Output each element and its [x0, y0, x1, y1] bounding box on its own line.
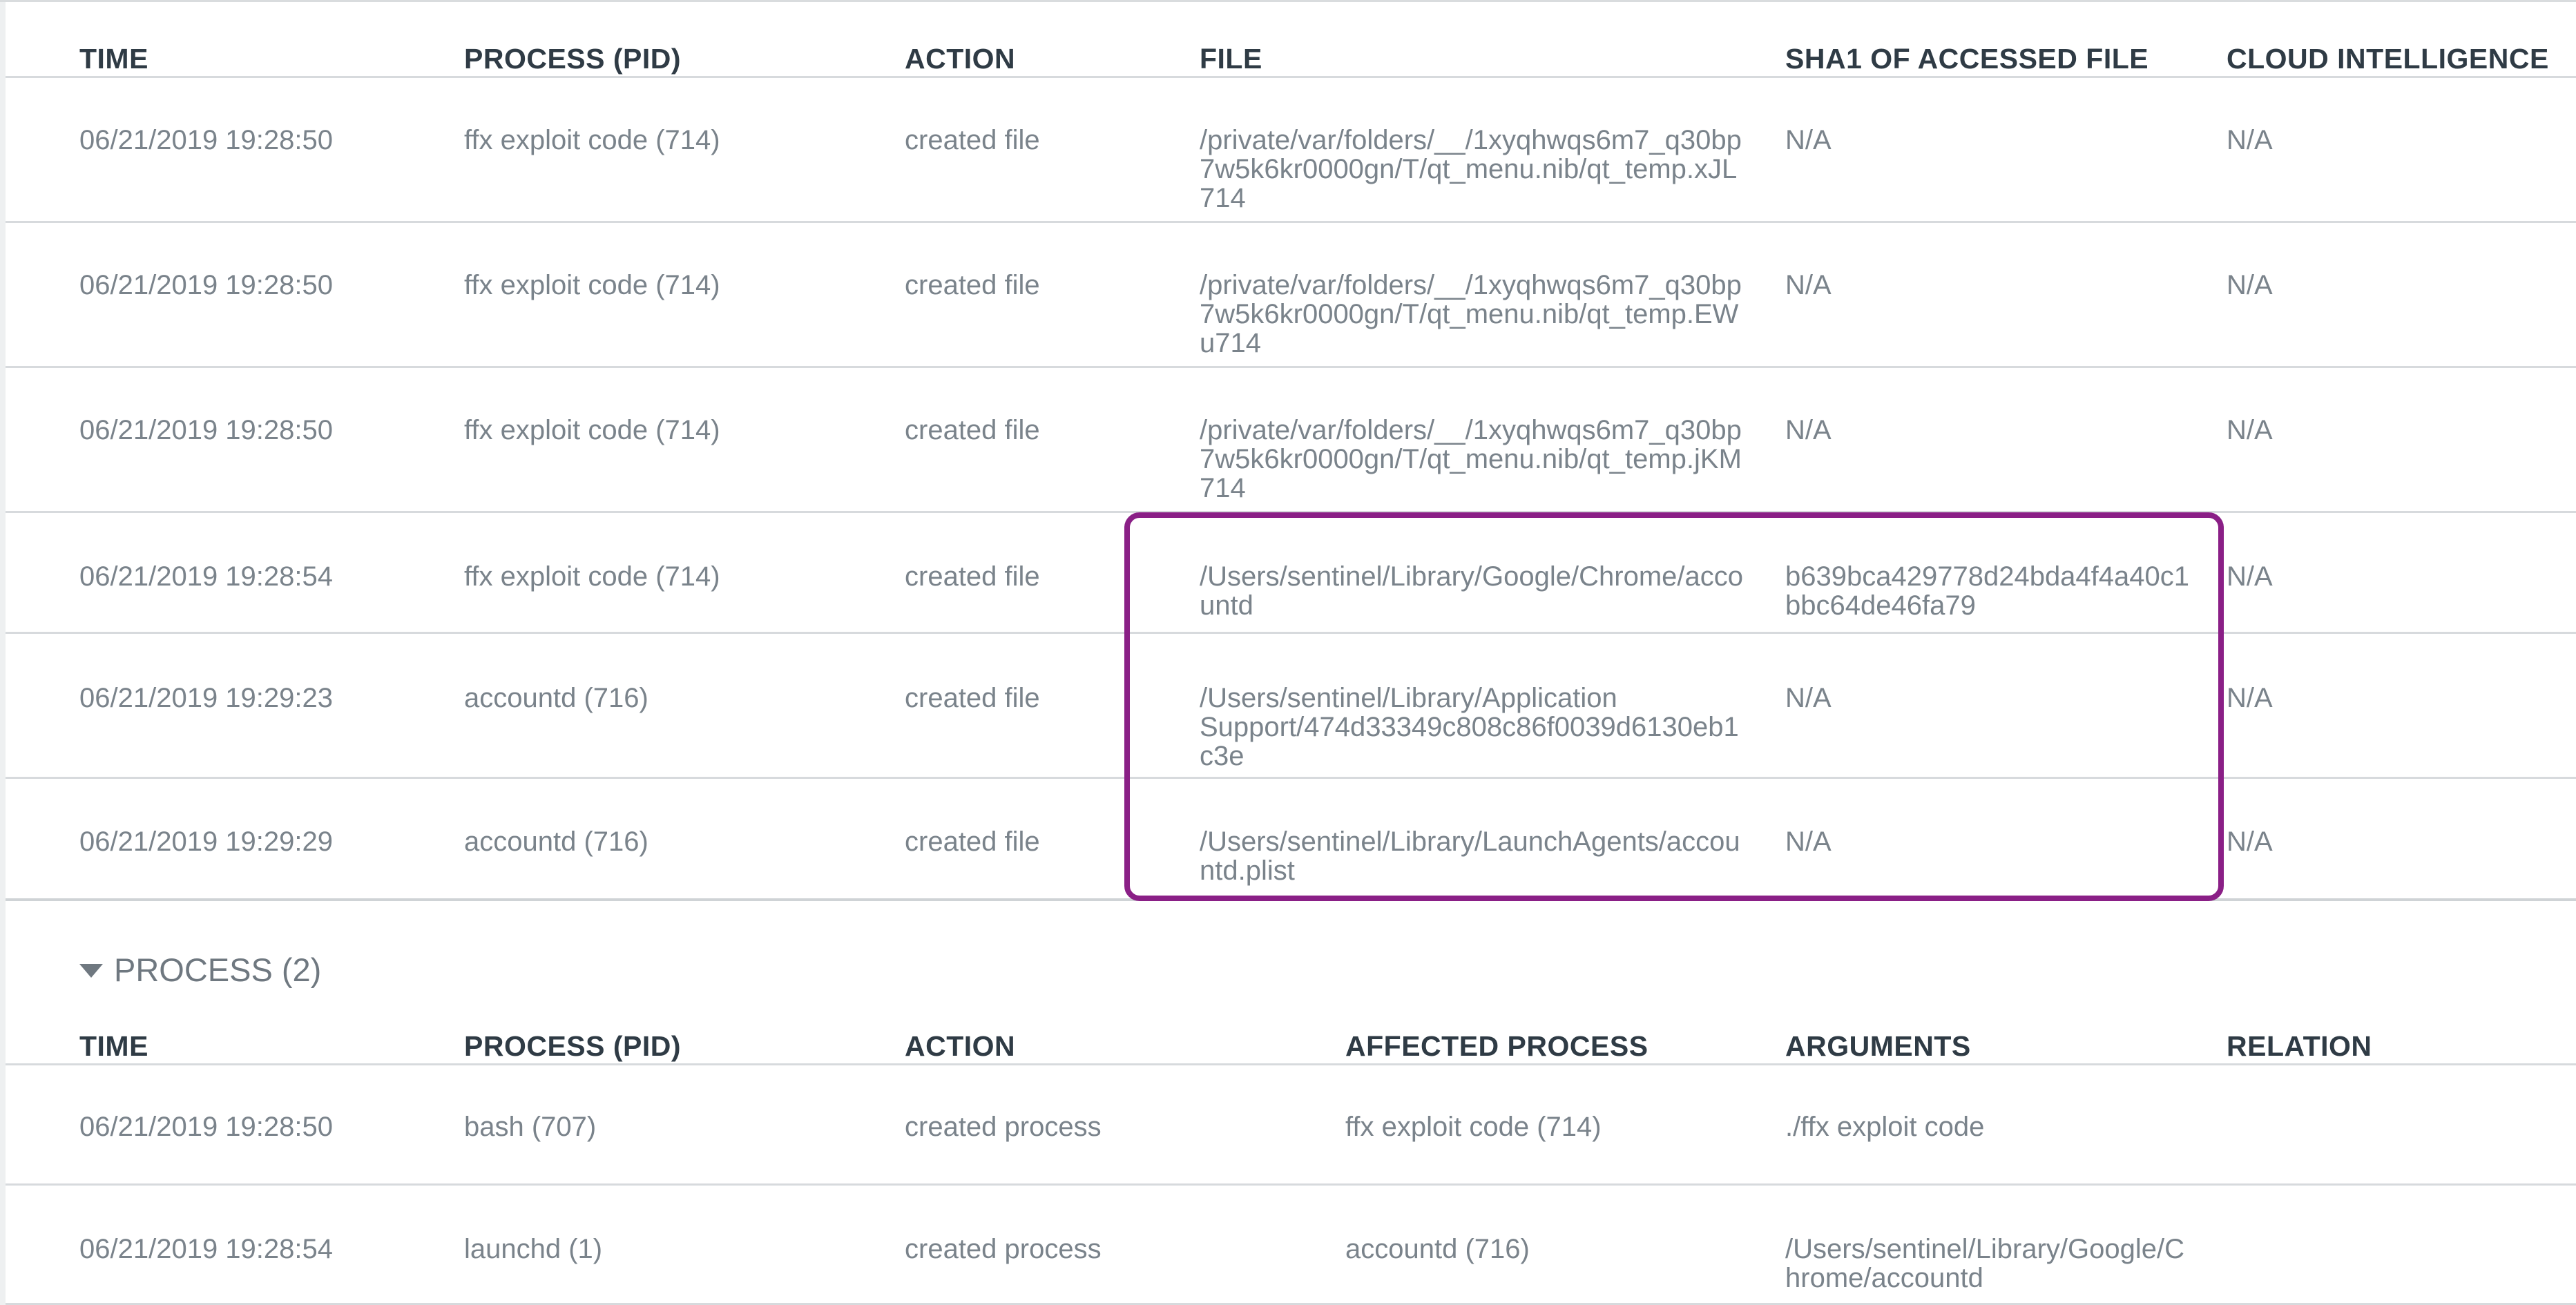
col-header-sha1[interactable]: SHA1 OF ACCESSED FILE [1785, 43, 2149, 75]
cell-cloud-intelligence: N/A [2227, 270, 2273, 300]
table-row[interactable]: 06/21/2019 19:28:54 ffx exploit code (71… [6, 513, 2576, 634]
cell-file: /Users/sentinel/Library/Google/Chrome/ac… [1200, 561, 1744, 621]
cell-action: created file [905, 683, 1040, 713]
col-header-action[interactable]: ACTION [905, 43, 1015, 75]
cell-affected-process: ffx exploit code (714) [1345, 1112, 1602, 1142]
cell-sha1: N/A [1785, 125, 1832, 155]
col-header-process[interactable]: PROCESS (PID) [464, 1030, 681, 1063]
col-header-relation[interactable]: RELATION [2227, 1030, 2372, 1063]
cell-time: 06/21/2019 19:28:54 [79, 561, 334, 592]
col-header-process[interactable]: PROCESS (PID) [464, 43, 681, 75]
cell-time: 06/21/2019 19:29:29 [79, 826, 334, 857]
cell-time: 06/21/2019 19:28:50 [79, 125, 334, 155]
cell-cloud-intelligence: N/A [2227, 561, 2273, 592]
cell-affected-process: accountd (716) [1345, 1234, 1530, 1264]
cell-sha1: N/A [1785, 683, 1832, 713]
cell-time: 06/21/2019 19:28:50 [79, 415, 334, 445]
cell-time: 06/21/2019 19:28:50 [79, 270, 334, 300]
col-header-file[interactable]: FILE [1200, 43, 1262, 75]
cell-process: launchd (1) [464, 1234, 603, 1264]
table-row[interactable]: 06/21/2019 19:28:50 ffx exploit code (71… [6, 368, 2576, 513]
col-header-arguments[interactable]: ARGUMENTS [1785, 1030, 1971, 1063]
cell-time: 06/21/2019 19:29:23 [79, 683, 334, 713]
cell-sha1: b639bca429778d24bda4f4a40c1bbc64de46fa79 [1785, 561, 2190, 621]
col-header-time[interactable]: TIME [79, 1030, 148, 1063]
table-row[interactable]: 06/21/2019 19:28:50 bash (707) created p… [6, 1065, 2576, 1186]
cell-cloud-intelligence: N/A [2227, 415, 2273, 445]
file-section-bottom-border [6, 898, 2576, 901]
cell-action: created file [905, 415, 1040, 445]
cell-arguments: /Users/sentinel/Library/Google/Chrome/ac… [1785, 1234, 2185, 1293]
table-row[interactable]: 06/21/2019 19:29:29 accountd (716) creat… [6, 779, 2576, 900]
cell-action: created file [905, 270, 1040, 300]
col-header-action[interactable]: ACTION [905, 1030, 1015, 1063]
cell-process: bash (707) [464, 1112, 597, 1142]
left-frame-border [0, 0, 6, 1305]
cell-file: /Users/sentinel/Library/LaunchAgents/acc… [1200, 826, 1740, 886]
cell-file: /Users/sentinel/Library/Application Supp… [1200, 683, 1739, 771]
cell-action: created process [905, 1234, 1102, 1264]
cell-action: created file [905, 826, 1040, 857]
cell-action: created file [905, 561, 1040, 592]
cell-arguments: ./ffx exploit code [1785, 1112, 1985, 1142]
cell-process: ffx exploit code (714) [464, 561, 720, 592]
cell-sha1: N/A [1785, 415, 1832, 445]
process-section-toggle[interactable]: PROCESS (2) [79, 951, 321, 989]
cell-action: created process [905, 1112, 1102, 1142]
cell-file: /private/var/folders/__/1xyqhwqs6m7_q30b… [1200, 125, 1742, 213]
table-row[interactable]: 06/21/2019 19:28:50 ffx exploit code (71… [6, 223, 2576, 368]
col-header-cloud-intelligence[interactable]: CLOUD INTELLIGENCE [2227, 43, 2549, 75]
cell-time: 06/21/2019 19:28:50 [79, 1112, 334, 1142]
cell-cloud-intelligence: N/A [2227, 125, 2273, 155]
top-divider [0, 0, 2576, 2]
table-row[interactable]: 06/21/2019 19:29:23 accountd (716) creat… [6, 634, 2576, 779]
cell-time: 06/21/2019 19:28:54 [79, 1234, 334, 1264]
col-header-time[interactable]: TIME [79, 43, 148, 75]
cell-process: accountd (716) [464, 826, 648, 857]
table-row[interactable]: 06/21/2019 19:28:54 launchd (1) created … [6, 1186, 2576, 1305]
cell-process: ffx exploit code (714) [464, 125, 720, 155]
cell-cloud-intelligence: N/A [2227, 683, 2273, 713]
cell-process: ffx exploit code (714) [464, 415, 720, 445]
cell-sha1: N/A [1785, 826, 1832, 857]
col-header-affected-process[interactable]: AFFECTED PROCESS [1345, 1030, 1649, 1063]
cell-cloud-intelligence: N/A [2227, 826, 2273, 857]
cell-file: /private/var/folders/__/1xyqhwqs6m7_q30b… [1200, 270, 1742, 358]
cell-process: accountd (716) [464, 683, 648, 713]
table-row[interactable]: 06/21/2019 19:28:50 ffx exploit code (71… [6, 78, 2576, 223]
process-section-title: PROCESS (2) [114, 951, 322, 988]
cell-file: /private/var/folders/__/1xyqhwqs6m7_q30b… [1200, 415, 1742, 503]
caret-down-icon [79, 963, 103, 978]
cell-action: created file [905, 125, 1040, 155]
cell-sha1: N/A [1785, 270, 1832, 300]
cell-process: ffx exploit code (714) [464, 270, 720, 300]
